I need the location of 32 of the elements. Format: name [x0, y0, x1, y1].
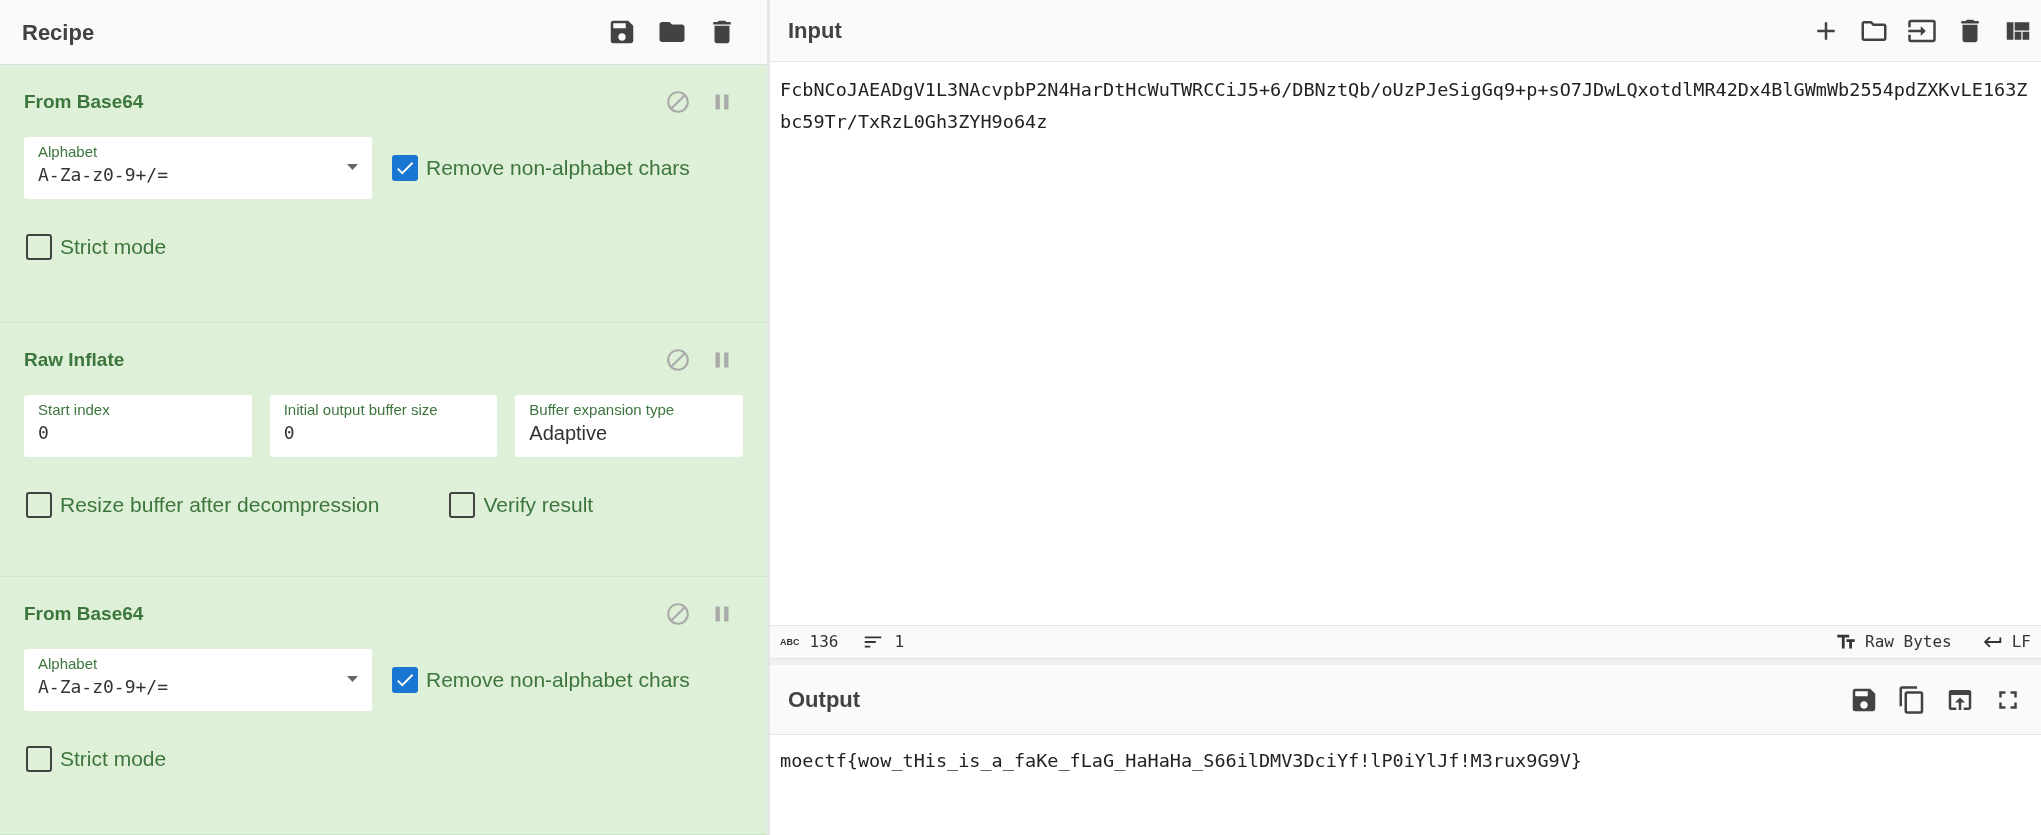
checkbox-label: Strict mode	[60, 234, 167, 260]
panel-title: Recipe	[22, 18, 95, 47]
input-field[interactable]: Buffer expansion type Adaptive	[515, 395, 743, 457]
encoding-label[interactable]: Raw Bytes	[1865, 630, 1952, 654]
operation-title: From Base64	[24, 89, 144, 114]
checkbox[interactable]	[392, 155, 418, 181]
checkbox-label: Strict mode	[60, 746, 167, 772]
checkbox[interactable]	[392, 667, 418, 693]
operation-title: From Base64	[24, 601, 144, 626]
character-count: 136	[809, 631, 839, 653]
input-text[interactable]: FcbNCoJAEADgV1L3NAcvpbP2N4HarDtHcWuTWRCCiJ5+6/DBNztQb/oUzPJeSigGq9+p+sO7JDwLQxotdlMR42Dx4BlGWmWb2554pdZXKvLE163Zbc59Tr/TxRzL0Gh3ZYH9o64z	[780, 74, 2031, 138]
panel-title: Input	[788, 17, 842, 45]
characters-icon: ABC	[780, 637, 800, 647]
checkbox[interactable]	[26, 745, 52, 772]
dropdown-field[interactable]: Alphabet A-Za-z0-9+/=	[24, 137, 372, 199]
dropdown-field[interactable]: Alphabet A-Za-z0-9+/=	[24, 649, 372, 711]
checkbox-label: Verify result	[483, 492, 594, 518]
line-count: 1	[894, 631, 905, 653]
checkbox-label: Remove non-alphabet chars	[426, 155, 690, 182]
eol-label[interactable]: LF	[2011, 630, 2031, 654]
caret-icon	[347, 676, 358, 682]
panel-title: Output	[788, 686, 861, 714]
caret-icon	[347, 164, 358, 170]
checkbox[interactable]	[449, 491, 476, 518]
output-text: moectf{wow_tHis_is_a_faKe_fLaG_HaHaHa_S66ilDMV3DciYf!lP0iYlJf!M3rux9G9V}	[780, 749, 1583, 773]
operation-title: Raw Inflate	[24, 347, 125, 372]
checkbox[interactable]	[26, 491, 52, 518]
checkbox-label: Remove non-alphabet chars	[426, 667, 690, 694]
checkbox[interactable]	[26, 233, 52, 260]
input-field[interactable]: Initial output buffer size 0	[269, 395, 498, 457]
input-field[interactable]: Start index 0	[24, 395, 252, 457]
checkbox-label: Resize buffer after decompression	[60, 492, 380, 518]
